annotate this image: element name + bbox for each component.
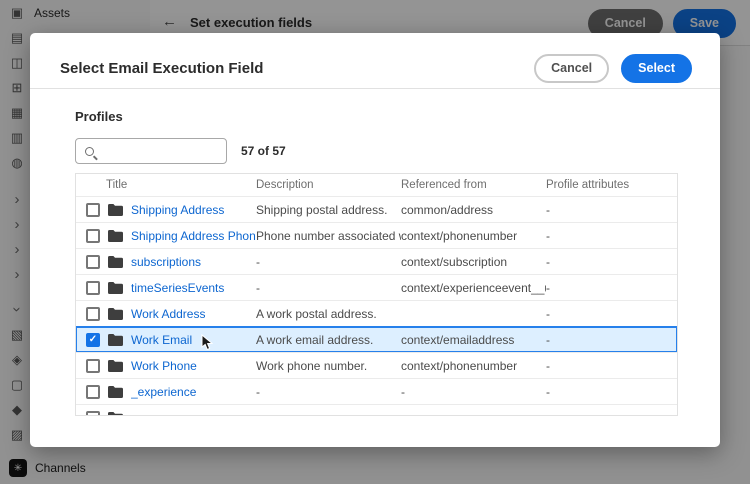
folder-icon (108, 333, 123, 346)
row-description: Phone number associated with ship (256, 228, 401, 243)
folder-icon (108, 411, 123, 415)
row-title-link[interactable]: timeSeriesEvents (131, 281, 224, 295)
row-checkbox[interactable] (86, 384, 100, 399)
row-profile-attributes: - (546, 202, 550, 217)
row-description: A work email address. (256, 332, 374, 347)
row-title-link[interactable]: _experience (131, 385, 196, 399)
dialog-header: Select Email Execution Field Cancel Sele… (60, 54, 692, 83)
table-row[interactable]: _experience - - - (76, 378, 677, 404)
dialog-title: Select Email Execution Field (60, 60, 264, 77)
row-profile-attributes: - (546, 306, 550, 321)
row-checkbox[interactable] (86, 410, 100, 415)
profiles-table: Title Description Referenced from Profil… (75, 173, 678, 416)
row-profile-attributes: - (546, 332, 550, 347)
column-header-description: Description (256, 179, 314, 191)
row-title-link[interactable]: Shipping Address Phone (131, 229, 256, 243)
divider (30, 88, 720, 89)
folder-icon (108, 255, 123, 268)
folder-icon (108, 203, 123, 216)
row-title-link[interactable]: subscriptions (131, 255, 201, 269)
table-row[interactable]: subscriptions - context/subscription - (76, 248, 677, 274)
row-description: A work postal address. (256, 306, 377, 321)
row-description: - (256, 384, 260, 399)
folder-icon (108, 281, 123, 294)
row-checkbox[interactable] (86, 280, 100, 295)
table-row[interactable]: Shipping Address Phone Phone number asso… (76, 222, 677, 248)
table-row-partial[interactable] (76, 404, 677, 415)
search-input[interactable] (94, 139, 249, 163)
column-header-profile-attributes: Profile attributes (546, 179, 630, 191)
column-header-title: Title (106, 179, 128, 191)
table-row[interactable]: timeSeriesEvents - context/experienceeve… (76, 274, 677, 300)
row-profile-attributes: - (546, 254, 550, 269)
table-row[interactable]: Shipping Address Shipping postal address… (76, 196, 677, 222)
result-count: 57 of 57 (241, 144, 286, 158)
dialog-select-button[interactable]: Select (621, 54, 692, 83)
search-field[interactable] (75, 138, 249, 164)
folder-icon (108, 385, 123, 398)
folder-icon (108, 229, 123, 242)
row-checkbox[interactable] (86, 332, 100, 347)
row-description: Shipping postal address. (256, 202, 388, 217)
row-checkbox[interactable] (86, 202, 100, 217)
row-referenced-from: context/phonenumber (401, 358, 518, 373)
select-email-execution-field-dialog: Select Email Execution Field Cancel Sele… (30, 33, 720, 447)
folder-icon (108, 307, 123, 320)
folder-icon (108, 359, 123, 372)
table-row-selected[interactable]: Work Email A work email address. context… (76, 326, 677, 352)
row-description: Work phone number. (256, 358, 368, 373)
row-referenced-from: - (401, 384, 405, 399)
row-referenced-from: common/address (401, 202, 494, 217)
row-checkbox[interactable] (86, 228, 100, 243)
search-icon (85, 146, 94, 156)
row-description: - (256, 254, 260, 269)
row-referenced-from: context/experienceevent__union (401, 280, 546, 295)
row-referenced-from: context/phonenumber (401, 228, 518, 243)
row-checkbox[interactable] (86, 254, 100, 269)
row-profile-attributes: - (546, 228, 550, 243)
row-referenced-from: context/subscription (401, 254, 508, 269)
row-profile-attributes: - (546, 358, 550, 373)
row-title-link[interactable]: Work Email (131, 333, 192, 347)
table-row[interactable]: Work Address A work postal address. - (76, 300, 677, 326)
row-title-link[interactable]: Shipping Address (131, 203, 224, 217)
dialog-actions: Cancel Select (534, 54, 692, 83)
column-header-referenced-from: Referenced from (401, 179, 487, 191)
row-profile-attributes: - (546, 384, 550, 399)
section-label-profiles: Profiles (75, 109, 123, 124)
row-profile-attributes: - (546, 280, 550, 295)
row-checkbox[interactable] (86, 358, 100, 373)
row-title-link[interactable]: Work Address (131, 307, 205, 321)
row-title-link[interactable]: Work Phone (131, 359, 197, 373)
table-row[interactable]: Work Phone Work phone number. context/ph… (76, 352, 677, 378)
table-header-row: Title Description Referenced from Profil… (76, 174, 677, 196)
row-description: - (256, 280, 260, 295)
search-row: 57 of 57 (75, 138, 286, 164)
dialog-cancel-button[interactable]: Cancel (534, 54, 610, 83)
row-checkbox[interactable] (86, 306, 100, 321)
row-referenced-from: context/emailaddress (401, 332, 515, 347)
